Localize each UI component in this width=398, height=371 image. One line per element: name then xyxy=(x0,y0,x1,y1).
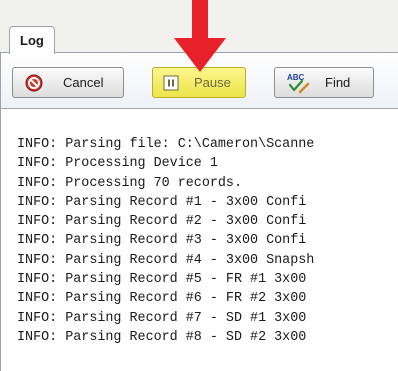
find-button-label: Find xyxy=(325,75,351,90)
log-line: INFO: Parsing Record #6 - FR #2 3x00 xyxy=(17,291,307,307)
log-line: INFO: Parsing Record #1 - 3x00 Confi xyxy=(17,194,307,210)
cancel-icon xyxy=(25,74,43,92)
cancel-button-label: Cancel xyxy=(63,75,104,90)
log-lines: INFO: Parsing file: C:\Cameron\Scanne IN… xyxy=(17,135,314,347)
log-line: INFO: Processing 70 records. xyxy=(17,175,242,191)
cancel-button[interactable]: Cancel xyxy=(12,67,124,98)
log-line: INFO: Parsing file: C:\Cameron\Scanne xyxy=(17,137,315,152)
red-down-arrow-icon xyxy=(174,0,226,72)
pause-button-label: Pause xyxy=(194,75,231,90)
log-line: INFO: Parsing Record #4 - 3x00 Snapsh xyxy=(17,252,315,268)
log-line: INFO: Processing Device 1 xyxy=(17,156,218,172)
spell-find-icon: ABC xyxy=(287,73,310,94)
log-line: INFO: Parsing Record #3 - 3x00 Confi xyxy=(17,233,307,249)
log-output[interactable]: INFO: Parsing file: C:\Cameron\Scanne IN… xyxy=(0,108,398,371)
pause-icon xyxy=(163,75,179,91)
log-line: INFO: Parsing Record #8 - SD #2 3x00 xyxy=(17,329,307,345)
log-window: Log Cancel Pause ABC Find INFO: Parsing … xyxy=(0,0,398,371)
find-button[interactable]: ABC Find xyxy=(274,67,374,98)
tab-log-label: Log xyxy=(20,33,44,48)
log-line: INFO: Parsing Record #5 - FR #1 3x00 xyxy=(17,272,307,288)
tab-log[interactable]: Log xyxy=(9,26,55,54)
log-line: INFO: Parsing Record #7 - SD #1 3x00 xyxy=(17,310,307,326)
log-line: INFO: Parsing Record #2 - 3x00 Confi xyxy=(17,214,307,230)
